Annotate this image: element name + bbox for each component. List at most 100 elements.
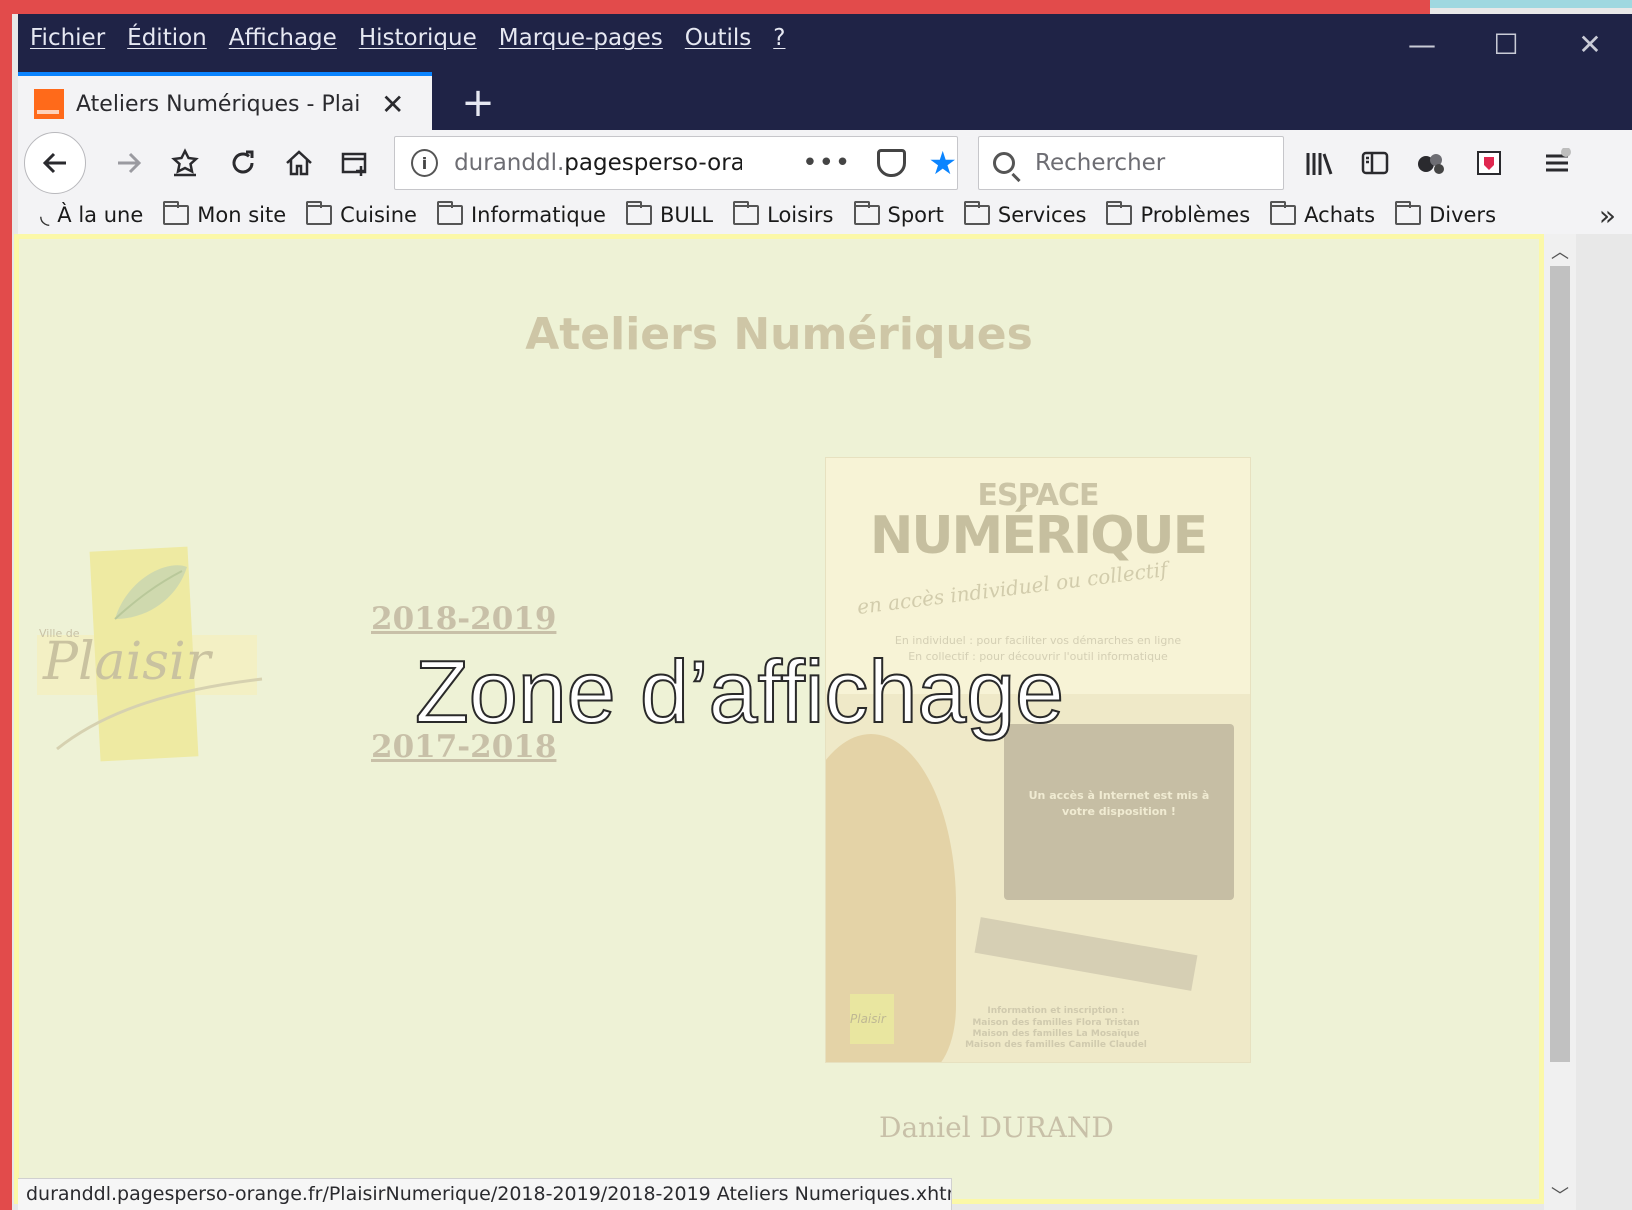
maximize-button[interactable]: ☐ xyxy=(1464,14,1548,74)
menu-marque-pages[interactable]: Marque-pages xyxy=(499,25,663,51)
bookmark-label: Problèmes xyxy=(1140,203,1251,227)
poster-footer-title: Information et inscription : xyxy=(987,1006,1125,1016)
shield-extension-button[interactable] xyxy=(1466,140,1512,186)
back-arrow-icon xyxy=(42,152,66,174)
scroll-up-icon[interactable]: ︿ xyxy=(1544,236,1576,266)
plaisir-logo: Ville de Plaisir xyxy=(37,546,263,762)
poster-logo: Plaisir xyxy=(850,994,894,1044)
folder-icon xyxy=(163,201,190,225)
navigation-toolbar: i duranddl.pagesperso-orang ••• ★ Recher… xyxy=(18,130,1632,196)
poster-screen-line2: votre disposition ! xyxy=(1062,805,1176,818)
window-controls: — ☐ ✕ xyxy=(1380,14,1632,74)
tab-title: Ateliers Numériques - Plaisir xyxy=(76,91,361,117)
menubar: Fichier Édition Affichage Historique Mar… xyxy=(18,18,795,58)
bookmark-folder-achats[interactable]: Achats xyxy=(1270,201,1376,227)
bookmark-folder-cuisine[interactable]: Cuisine xyxy=(306,201,417,227)
poster-footer-3: Maison des familles Camille Claudel xyxy=(965,1040,1147,1050)
bookmark-label: Informatique xyxy=(470,203,606,227)
menu-edition[interactable]: Édition xyxy=(127,25,207,51)
page-title: Ateliers Numériques xyxy=(525,309,1033,360)
poster-monitor: Un accès à Internet est mis à votre disp… xyxy=(1004,724,1234,900)
folder-icon xyxy=(625,201,652,225)
close-window-button[interactable]: ✕ xyxy=(1548,14,1632,74)
bookmarks-toolbar: ◟ À la une Mon site Cuisine Informatique… xyxy=(18,196,1632,234)
bookmark-manager-button[interactable] xyxy=(158,136,212,190)
window-add-icon xyxy=(341,152,367,176)
bookmark-folder-problemes[interactable]: Problèmes xyxy=(1106,201,1251,227)
back-button[interactable] xyxy=(24,132,86,194)
bookmark-a-la-une[interactable]: ◟ À la une xyxy=(40,201,143,229)
library-button[interactable] xyxy=(1296,140,1342,186)
menu-aide[interactable]: ? xyxy=(773,25,785,51)
search-input[interactable]: Rechercher xyxy=(1035,150,1165,176)
screenshot-button[interactable] xyxy=(328,136,382,190)
bookmark-folder-divers[interactable]: Divers xyxy=(1395,201,1497,227)
bookmarks-overflow-icon[interactable]: » xyxy=(1599,199,1616,232)
poster-photo: Un accès à Internet est mis à votre disp… xyxy=(826,694,1250,1062)
menu-outils[interactable]: Outils xyxy=(685,25,751,51)
folder-icon xyxy=(963,201,990,225)
bookmark-folder-bull[interactable]: BULL xyxy=(625,201,714,227)
pocket-icon[interactable] xyxy=(877,149,907,177)
home-button[interactable] xyxy=(272,136,326,190)
folder-icon xyxy=(306,201,333,225)
poster-screen-text: Un accès à Internet est mis à votre disp… xyxy=(1004,788,1234,820)
bookmark-label: BULL xyxy=(659,203,714,227)
minimize-button[interactable]: — xyxy=(1380,14,1464,74)
frame-border-top-right xyxy=(1430,0,1632,8)
shield-icon xyxy=(1477,151,1501,175)
url-host: duranddl. xyxy=(454,150,565,176)
forward-button[interactable] xyxy=(102,136,156,190)
menu-button[interactable] xyxy=(1534,140,1580,186)
tab-active[interactable]: Ateliers Numériques - Plaisir ✕ xyxy=(18,72,432,132)
folder-icon xyxy=(1270,201,1297,225)
menu-affichage[interactable]: Affichage xyxy=(229,25,337,51)
bookmark-label: Loisirs xyxy=(767,203,834,227)
folder-icon xyxy=(853,201,880,225)
search-bar[interactable]: Rechercher xyxy=(978,136,1284,190)
bookmark-folder-mon-site[interactable]: Mon site xyxy=(163,201,287,227)
new-tab-button[interactable]: + xyxy=(448,78,508,128)
poster-keyboard xyxy=(974,917,1198,991)
hamburger-menu-icon xyxy=(1546,148,1571,172)
scrollbar-thumb[interactable] xyxy=(1550,266,1570,1062)
frame-border-top xyxy=(0,0,1430,14)
folder-icon xyxy=(436,201,463,225)
bookmark-label: Services xyxy=(997,203,1087,227)
page-content: Ateliers Numériques Ville de Plaisir 201… xyxy=(14,234,1544,1204)
bookmark-folder-sport[interactable]: Sport xyxy=(853,201,944,227)
bookmark-label: Cuisine xyxy=(340,203,417,227)
bookmark-label: Achats xyxy=(1304,203,1376,227)
menu-historique[interactable]: Historique xyxy=(359,25,477,51)
window-titlebar: Fichier Édition Affichage Historique Mar… xyxy=(18,14,1632,132)
page-author: Daniel DURAND xyxy=(879,1111,1114,1144)
bookmark-label: Mon site xyxy=(197,203,287,227)
reload-button[interactable] xyxy=(216,136,270,190)
poster-screen-line1: Un accès à Internet est mis à xyxy=(1028,789,1210,802)
address-bar[interactable]: i duranddl.pagesperso-orang ••• ★ xyxy=(394,136,958,190)
sidebar-icon xyxy=(1361,151,1389,175)
scroll-down-icon[interactable]: ﹀ xyxy=(1544,1180,1576,1210)
extension-button[interactable] xyxy=(1408,140,1454,186)
search-icon xyxy=(993,152,1015,174)
address-field[interactable]: duranddl.pagesperso-orang xyxy=(454,150,742,176)
bookmark-label: Divers xyxy=(1429,203,1497,227)
bookmark-label: À la une xyxy=(57,203,144,227)
sidebar-button[interactable] xyxy=(1352,140,1398,186)
bookmark-label: Sport xyxy=(887,203,944,227)
link-2018-2019[interactable]: 2018-2019 xyxy=(371,601,556,637)
bookmark-folder-services[interactable]: Services xyxy=(963,201,1087,227)
vertical-scrollbar[interactable]: ︿ ﹀ xyxy=(1544,234,1576,1210)
menu-fichier[interactable]: Fichier xyxy=(30,25,105,51)
screen-frame: Fichier Édition Affichage Historique Mar… xyxy=(0,0,1632,1210)
tab-close-icon[interactable]: ✕ xyxy=(381,88,404,121)
bookmark-folder-informatique[interactable]: Informatique xyxy=(436,201,606,227)
site-info-icon[interactable]: i xyxy=(411,149,439,177)
poster-footer-2: Maison des familles La Mosaïque xyxy=(972,1029,1140,1039)
frame-border-left xyxy=(0,12,12,1210)
poster-script: en accès individuel ou collectif xyxy=(855,557,1169,619)
page-actions-icon[interactable]: ••• xyxy=(802,148,851,178)
bookmark-folder-loisirs[interactable]: Loisirs xyxy=(733,201,834,227)
bookmark-star-icon[interactable]: ★ xyxy=(928,144,957,182)
poster-footer-1: Maison des familles Flora Tristan xyxy=(972,1018,1140,1028)
